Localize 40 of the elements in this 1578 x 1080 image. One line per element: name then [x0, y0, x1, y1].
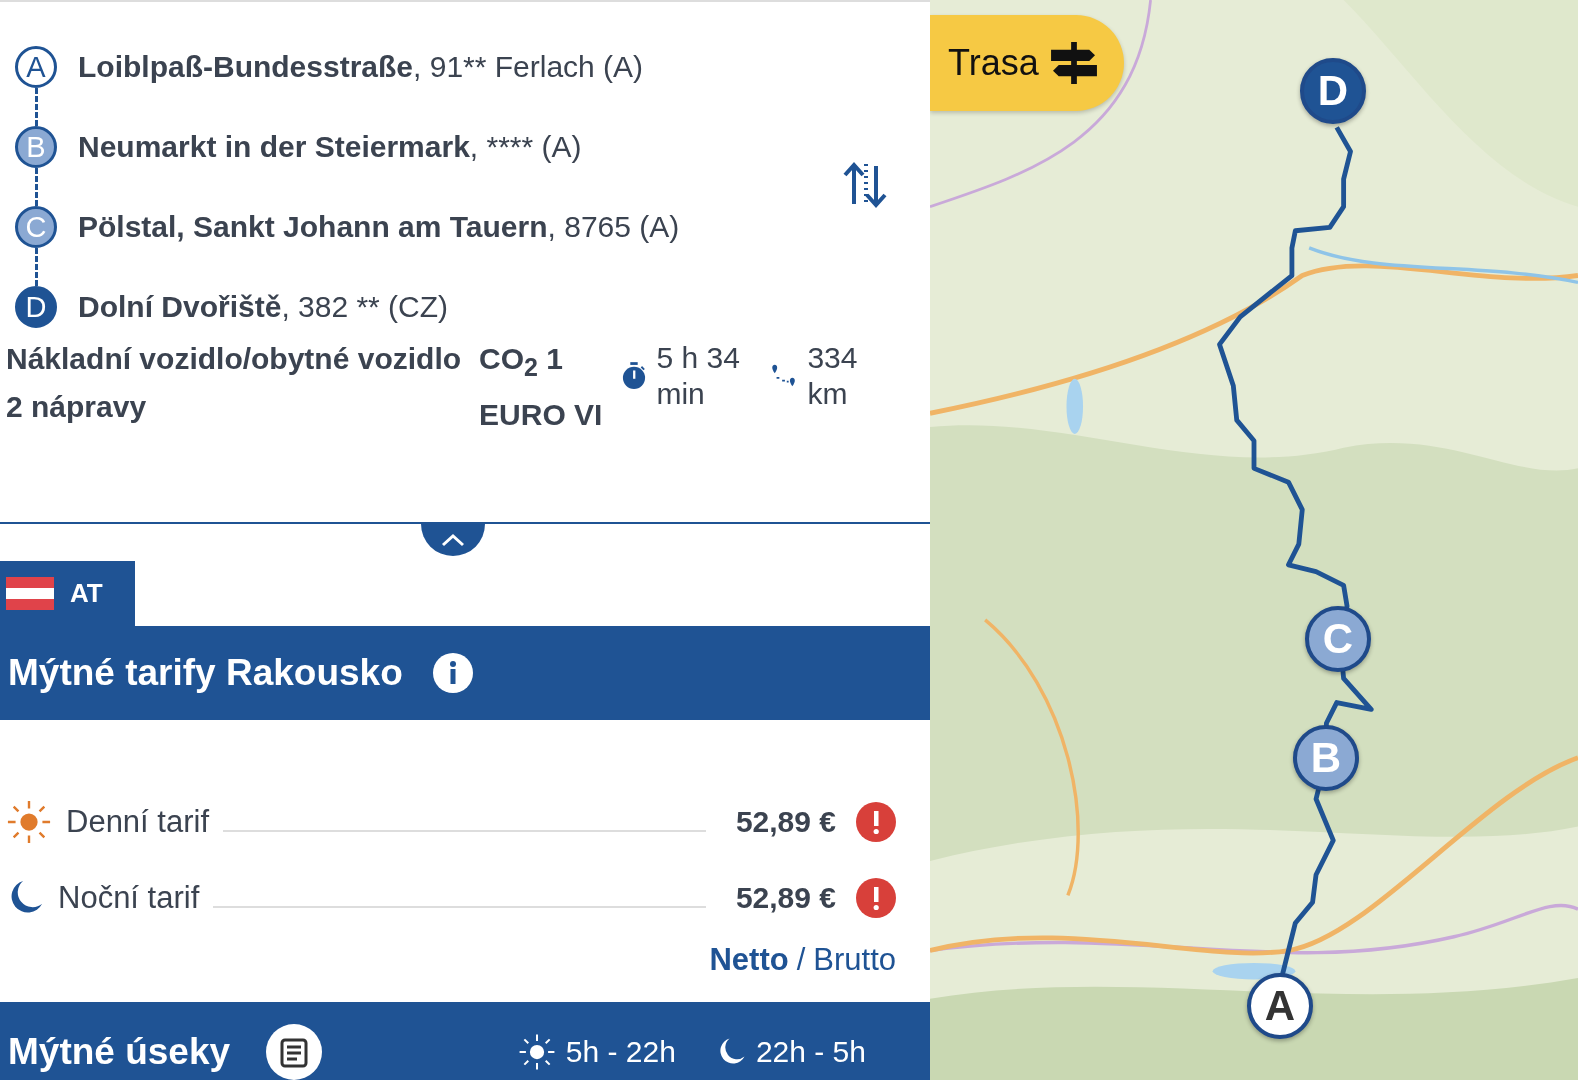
tariffs-title: Mýtné tarify Rakousko	[8, 651, 403, 694]
sun-icon	[6, 798, 52, 845]
tariff-label: Denní tarif	[66, 803, 209, 840]
chevron-up-icon	[441, 533, 465, 548]
waypoint-marker: D	[15, 286, 57, 328]
vehicle-type: Nákladní vozidlo/obytné vozidlo	[6, 341, 462, 377]
price-mode-separator: /	[796, 941, 806, 978]
waypoint-address: Loiblpaß-Bundesstraße, 91** Ferlach (A)	[78, 49, 644, 85]
document-icon[interactable]	[266, 1024, 323, 1080]
co2-class: CO$_{2}$ 1	[479, 341, 564, 383]
waypoint-address: Dolní Dvořiště, 382 ** (CZ)	[78, 289, 449, 325]
waypoint-address: Pölstal, Sankt Johann am Tauern, 8765 (A)	[78, 209, 680, 245]
waypoint-marker: C	[15, 206, 57, 248]
waypoint-address: Neumarkt in der Steiermark, **** (A)	[78, 129, 582, 165]
signpost-icon	[1050, 42, 1097, 84]
tariff-price: 52,89 €	[735, 880, 836, 915]
trip-distance: 334 km	[807, 340, 859, 412]
waypoint-marker: A	[15, 46, 57, 88]
price-mode-toggle[interactable]: Netto	[709, 941, 789, 978]
trip-duration: 5 h 34 min	[656, 340, 741, 412]
night-hours: 22h - 5h	[755, 1035, 866, 1069]
price-mode-toggle[interactable]: Brutto	[813, 941, 896, 978]
tariff-price: 52,89 €	[735, 804, 836, 839]
route-button[interactable]: Trasa	[930, 15, 1124, 111]
stopwatch-icon	[622, 362, 647, 390]
austria-flag-icon	[6, 577, 54, 611]
emission-class: EURO VI	[479, 397, 603, 433]
warning-icon[interactable]	[856, 877, 896, 918]
waypoint-marker: B	[15, 126, 57, 168]
route-distance-icon	[771, 363, 798, 389]
tariff-label: Noční tarif	[58, 879, 200, 916]
day-hours: 5h - 22h	[565, 1035, 676, 1069]
country-code: AT	[70, 578, 103, 610]
sun-icon	[517, 1033, 556, 1071]
info-icon[interactable]	[432, 652, 473, 693]
sections-title: Mýtné úseky	[8, 1031, 231, 1073]
warning-icon[interactable]	[856, 801, 896, 842]
swap-icon[interactable]	[842, 160, 888, 210]
country-tab[interactable]: AT	[0, 561, 135, 627]
vehicle-axles: 2 nápravy	[6, 389, 148, 425]
